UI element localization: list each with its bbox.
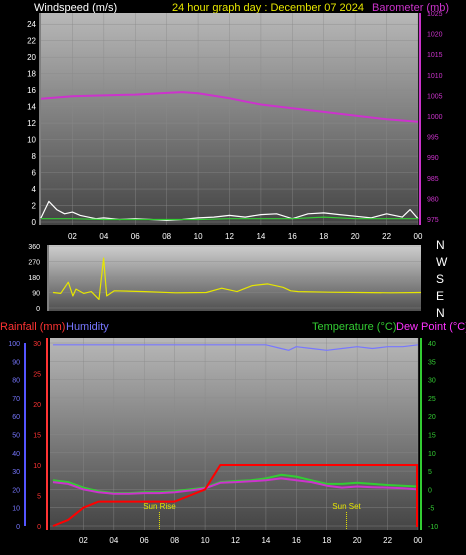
barometer-tick-label: 1005 bbox=[427, 93, 443, 100]
wind-tick-label: 0 bbox=[32, 218, 37, 227]
wind-tick-label: 10 bbox=[27, 136, 36, 145]
dewpoint-axis-title: Dew Point (°C) bbox=[396, 321, 466, 333]
wind-x-tick-label: 00 bbox=[414, 232, 423, 241]
rainfall-tick-label: 15 bbox=[33, 433, 41, 440]
direction-letter-s: S bbox=[436, 272, 444, 286]
temperature-tick-label: 30 bbox=[428, 378, 436, 385]
rainfall-tick-label: 20 bbox=[33, 402, 41, 409]
temp-x-tick-label: 00 bbox=[414, 536, 423, 545]
temperature-tick-label: 35 bbox=[428, 359, 436, 366]
wind-tick-label: 12 bbox=[27, 119, 36, 128]
barometer-tick-label: 1010 bbox=[427, 73, 443, 80]
wind-tick-label: 6 bbox=[32, 169, 37, 178]
wind-tick-label: 22 bbox=[27, 37, 36, 46]
temperature-tick-label: 40 bbox=[428, 341, 436, 348]
temperature-tick-label: 0 bbox=[428, 487, 432, 494]
wind-tick-label: 2 bbox=[32, 202, 37, 211]
temp-x-tick-label: 04 bbox=[109, 536, 118, 545]
temperature-tick-label: 5 bbox=[428, 469, 432, 476]
temp-x-tick-label: 20 bbox=[353, 536, 362, 545]
wind-x-tick-label: 16 bbox=[288, 232, 297, 241]
windspeed-axis-title: Windspeed (m/s) bbox=[34, 2, 117, 14]
chart-title: 24 hour graph day : December 07 2024 bbox=[172, 2, 364, 14]
wind-x-tick-label: 06 bbox=[131, 232, 140, 241]
humidity-tick-label: 30 bbox=[12, 469, 20, 476]
direction-letter-n-top: N bbox=[436, 238, 445, 252]
rainfall-axis-title: Rainfall (mm) bbox=[0, 321, 65, 333]
temperature-axis-title: Temperature (°C) bbox=[312, 321, 396, 333]
direction-tick-label: 90 bbox=[32, 291, 40, 298]
wind-x-tick-label: 10 bbox=[194, 232, 203, 241]
barometer-tick-label: 985 bbox=[427, 176, 439, 183]
humidity-tick-label: 90 bbox=[12, 359, 20, 366]
wind-tick-label: 14 bbox=[27, 103, 36, 112]
sunrise-label: Sun Rise bbox=[143, 502, 176, 511]
barometer-tick-label: 990 bbox=[427, 155, 439, 162]
wind-tick-label: 8 bbox=[32, 152, 37, 161]
rainfall-tick-label: 30 bbox=[33, 341, 41, 348]
temp-x-tick-label: 16 bbox=[292, 536, 301, 545]
direction-letter-e: E bbox=[436, 289, 444, 303]
wind-tick-label: 20 bbox=[27, 53, 36, 62]
barometer-tick-label: 1020 bbox=[427, 32, 443, 39]
wind-x-tick-label: 12 bbox=[225, 232, 234, 241]
humidity-tick-label: 40 bbox=[12, 451, 20, 458]
direction-tick-label: 270 bbox=[28, 260, 40, 267]
temp-x-tick-label: 14 bbox=[261, 536, 270, 545]
weather-charts: Windspeed (m/s) 24 hour graph day : Dece… bbox=[0, 2, 466, 545]
temperature-tick-label: -5 bbox=[428, 506, 434, 513]
temp-x-tick-label: 22 bbox=[383, 536, 392, 545]
direction-letter-n-bottom: N bbox=[436, 306, 445, 320]
temperature-tick-label: 20 bbox=[428, 414, 436, 421]
temperature-tick-label: -10 bbox=[428, 524, 438, 531]
wind-x-tick-label: 18 bbox=[319, 232, 328, 241]
temp-x-tick-label: 10 bbox=[201, 536, 210, 545]
temp-x-tick-label: 06 bbox=[140, 536, 149, 545]
humidity-tick-label: 10 bbox=[12, 506, 20, 513]
humidity-tick-label: 0 bbox=[16, 524, 20, 531]
humidity-tick-label: 50 bbox=[12, 433, 20, 440]
rainfall-tick-label: 10 bbox=[33, 463, 41, 470]
direction-tick-label: 360 bbox=[28, 244, 40, 251]
wind-x-tick-label: 22 bbox=[382, 232, 391, 241]
rainfall-tick-label: 5 bbox=[37, 494, 41, 501]
sunset-label: Sun Set bbox=[332, 502, 361, 511]
direction-tick-label: 180 bbox=[28, 275, 40, 282]
barometer-tick-label: 975 bbox=[427, 217, 439, 224]
wind-tick-label: 16 bbox=[27, 86, 36, 95]
temp-x-tick-label: 18 bbox=[322, 536, 331, 545]
barometer-tick-label: 980 bbox=[427, 196, 439, 203]
temperature-tick-label: 15 bbox=[428, 433, 436, 440]
temp-x-tick-label: 02 bbox=[79, 536, 88, 545]
barometer-tick-label: 1025 bbox=[427, 11, 443, 18]
rainfall-tick-label: 0 bbox=[37, 524, 41, 531]
wind-x-tick-label: 04 bbox=[99, 232, 108, 241]
wind-tick-label: 4 bbox=[32, 185, 37, 194]
wind-tick-label: 24 bbox=[27, 20, 36, 29]
temperature-tick-label: 25 bbox=[428, 396, 436, 403]
humidity-tick-label: 60 bbox=[12, 414, 20, 421]
humidity-tick-label: 100 bbox=[8, 341, 20, 348]
barometer-tick-label: 995 bbox=[427, 135, 439, 142]
temp-x-tick-label: 08 bbox=[170, 536, 179, 545]
wind-x-tick-label: 14 bbox=[256, 232, 265, 241]
wind-x-tick-label: 02 bbox=[68, 232, 77, 241]
temp-x-tick-label: 12 bbox=[231, 536, 240, 545]
humidity-tick-label: 70 bbox=[12, 396, 20, 403]
temperature-tick-label: 10 bbox=[428, 451, 436, 458]
barometer-tick-label: 1000 bbox=[427, 114, 443, 121]
humidity-axis-title: Humidity bbox=[66, 321, 109, 333]
humidity-tick-label: 20 bbox=[12, 487, 20, 494]
rainfall-tick-label: 25 bbox=[33, 372, 41, 379]
direction-tick-label: 0 bbox=[36, 306, 40, 313]
wind-x-tick-label: 20 bbox=[351, 232, 360, 241]
wind-x-tick-label: 08 bbox=[162, 232, 171, 241]
barometer-tick-label: 1015 bbox=[427, 52, 443, 59]
humidity-tick-label: 80 bbox=[12, 378, 20, 385]
direction-letter-w: W bbox=[436, 255, 448, 269]
wind-tick-label: 18 bbox=[27, 70, 36, 79]
